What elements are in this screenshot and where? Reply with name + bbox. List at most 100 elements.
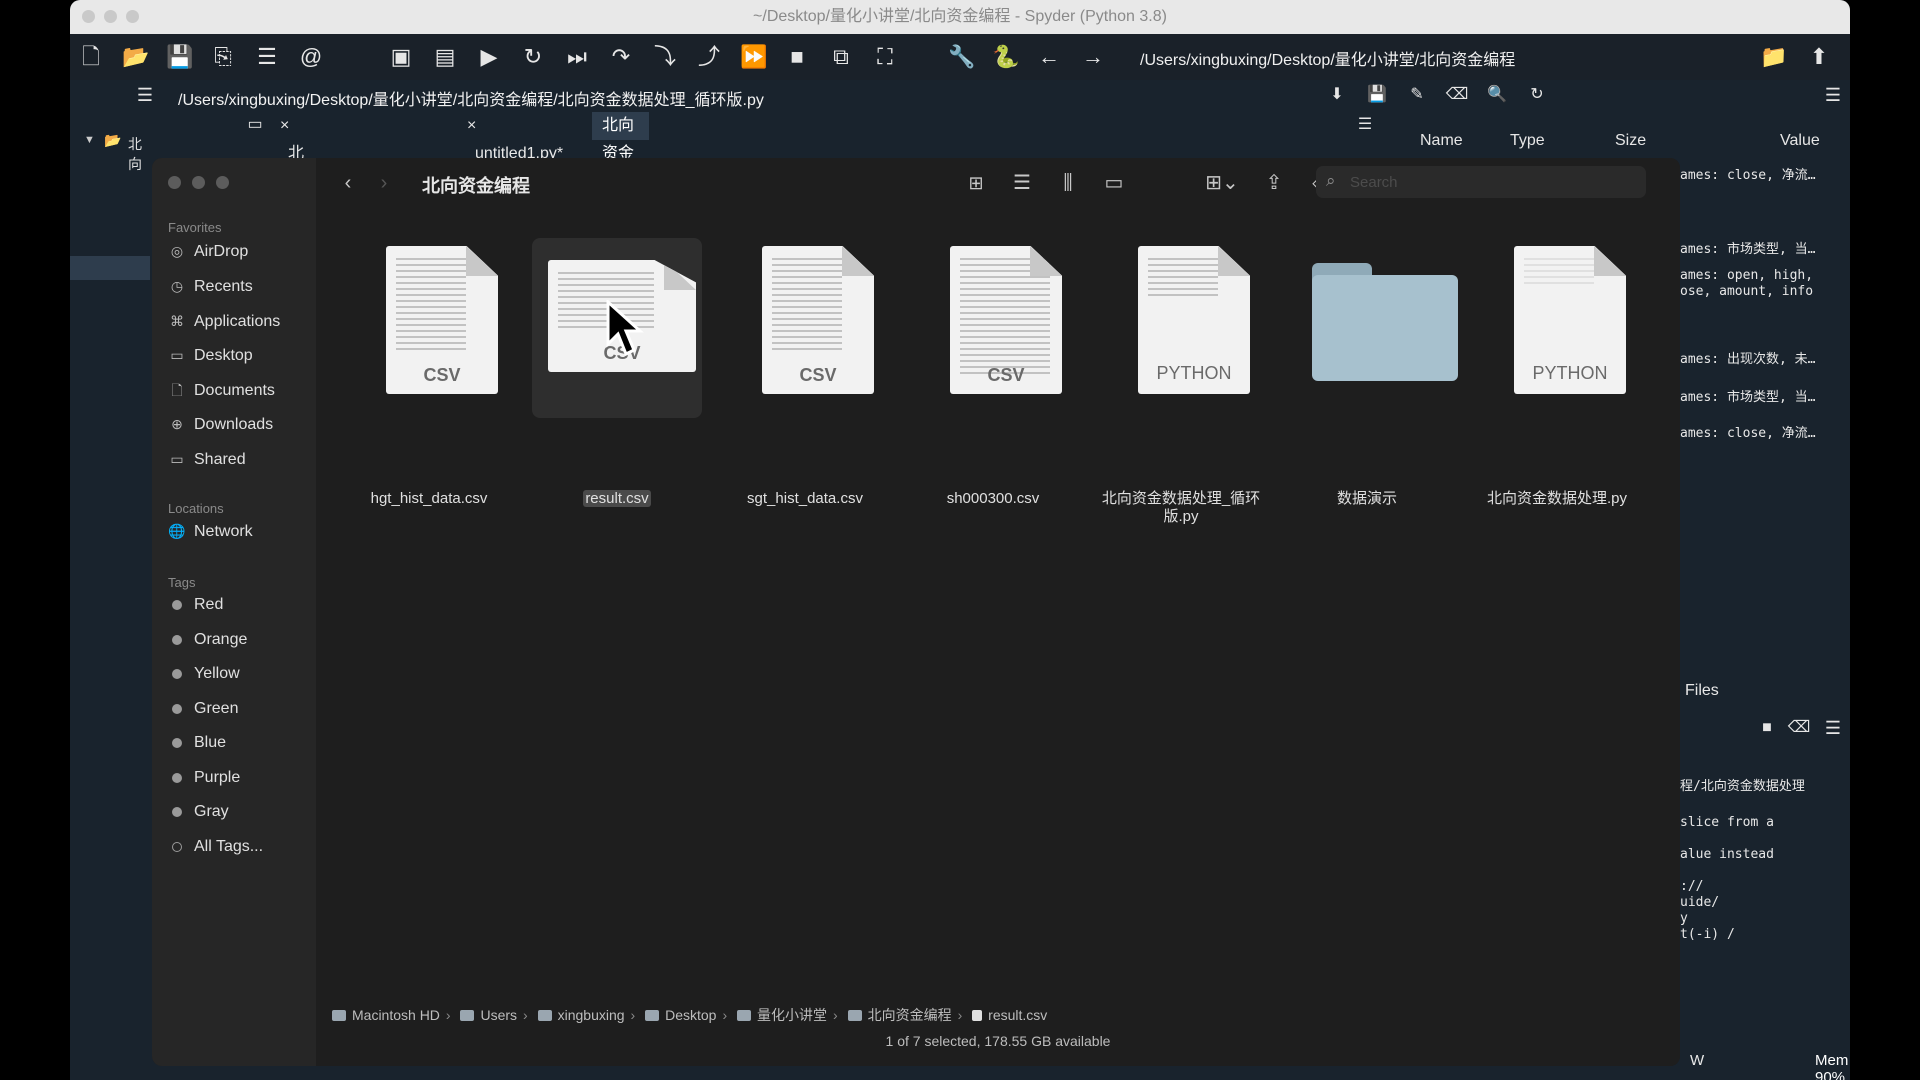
search-variables-icon[interactable]: 🔍	[1484, 82, 1510, 108]
back-arrow-icon[interactable]: ←	[1036, 44, 1062, 70]
rerun-icon[interactable]: ↻	[520, 44, 546, 70]
open-file-icon[interactable]: 📂	[122, 44, 149, 70]
tree-selected-row[interactable]	[70, 256, 150, 280]
column-type[interactable]: Type	[1510, 132, 1545, 150]
sidebar-item-downloads[interactable]: ⊕ Downloads	[168, 411, 273, 437]
variable-value[interactable]: ames: 出现次数, 未…	[1680, 348, 1815, 367]
file-item[interactable]: CSV sgt_hist_data.csv	[720, 238, 890, 507]
path-crumb[interactable]: Users	[460, 1007, 517, 1023]
variable-value[interactable]: ames: close, 净流…	[1680, 422, 1816, 441]
run-file-icon[interactable]: ▣	[388, 44, 414, 70]
refresh-icon[interactable]: ↻	[1524, 82, 1550, 108]
editor-menu-icon[interactable]: ☰	[132, 82, 158, 108]
browse-tabs-icon[interactable]: ▭	[242, 112, 268, 138]
close-window-button[interactable]	[82, 10, 95, 23]
finder-zoom-button[interactable]	[216, 176, 229, 189]
minimize-window-button[interactable]	[104, 10, 117, 23]
column-name[interactable]: Name	[1420, 132, 1463, 150]
tag-yellow[interactable]: Yellow	[168, 661, 240, 687]
files-pane-tab[interactable]: Files	[1685, 682, 1719, 700]
tab-close-icon[interactable]: ×	[467, 117, 476, 134]
tab-1[interactable]: × 北向资金数据处理.py	[270, 112, 327, 274]
finder-close-button[interactable]	[168, 176, 181, 189]
path-crumb[interactable]: xingbuxing	[537, 1007, 625, 1023]
clear-console-icon[interactable]: ⌫	[1786, 715, 1812, 741]
sidebar-item-network[interactable]: 🌐 Network	[168, 518, 252, 544]
file-item[interactable]: CSV sh000300.csv	[908, 238, 1078, 507]
sidebar-item-applications[interactable]: ⌘ Applications	[168, 308, 280, 334]
path-crumb[interactable]: 量化小讲堂	[737, 1007, 827, 1023]
step-icon[interactable]: ↷	[608, 44, 634, 70]
at-icon[interactable]: @	[298, 44, 324, 70]
path-crumb[interactable]: Macintosh HD	[332, 1007, 440, 1023]
fullscreen-icon[interactable]: ⛶	[872, 44, 898, 70]
tree-root-label[interactable]: 北向	[128, 134, 150, 174]
tag-all-tags[interactable]: All Tags...	[168, 834, 263, 860]
search-field[interactable]: ⌕	[1316, 166, 1646, 198]
tag-red[interactable]: Red	[168, 592, 223, 618]
continue-icon[interactable]: ⏩	[740, 44, 767, 70]
working-directory-path[interactable]: /Users/xingbuxing/Desktop/量化小讲堂/北向资金编程	[1140, 46, 1515, 70]
variable-value[interactable]: ames: close, 净流…	[1680, 164, 1816, 183]
console-menu-icon[interactable]: ☰	[1820, 715, 1846, 741]
group-by-icon[interactable]: ⊞⌄	[1200, 170, 1244, 196]
file-item[interactable]: PYTHON 北向资金数据处理_循环版.py	[1096, 238, 1266, 525]
variable-value[interactable]: ames: open, high,	[1680, 268, 1813, 283]
forward-chevron-icon[interactable]: ›	[370, 170, 398, 196]
run-cell-icon[interactable]: ▤	[432, 44, 458, 70]
path-crumb[interactable]: 北向资金编程	[847, 1007, 952, 1023]
expand-arrow-icon[interactable]: ▼	[84, 134, 95, 146]
new-file-icon[interactable]: 🗋	[78, 44, 104, 70]
finder-minimize-button[interactable]	[192, 176, 205, 189]
path-crumb[interactable]: Desktop	[645, 1007, 716, 1023]
save-as-icon[interactable]: ✎	[1404, 82, 1430, 108]
forward-arrow-icon[interactable]: →	[1080, 44, 1106, 70]
browse-folder-icon[interactable]: 📁	[1760, 44, 1787, 70]
save-icon[interactable]: 💾	[166, 44, 193, 70]
tag-green[interactable]: Green	[168, 696, 238, 722]
file-list-icon[interactable]: ☰	[254, 44, 280, 70]
file-item[interactable]: PYTHON 北向资金数据处理.py	[1472, 238, 1642, 507]
stop-icon[interactable]: ■	[784, 44, 810, 70]
step-return-icon[interactable]: ⤴	[696, 44, 722, 70]
variable-value[interactable]: ames: 市场类型, 当…	[1680, 386, 1815, 405]
maximize-pane-icon[interactable]: ⧉	[828, 44, 854, 70]
debug-icon[interactable]: ⏭	[564, 44, 590, 70]
tag-blue[interactable]: Blue	[168, 730, 226, 756]
sidebar-item-recents[interactable]: ◷ Recents	[168, 273, 253, 299]
back-chevron-icon[interactable]: ‹	[334, 170, 362, 196]
folder-item[interactable]: 数据演示	[1282, 238, 1458, 507]
column-size[interactable]: Size	[1615, 132, 1646, 150]
search-input[interactable]	[1350, 172, 1630, 192]
tag-purple[interactable]: Purple	[168, 765, 240, 791]
tab-3[interactable]: 北向资金数据处理_循环版.py	[592, 112, 650, 302]
column-value[interactable]: Value	[1780, 132, 1820, 150]
tab-2[interactable]: × untitled1.py*	[457, 112, 573, 162]
sidebar-item-desktop[interactable]: ▭ Desktop	[168, 342, 252, 368]
preferences-icon[interactable]: 🔧	[948, 44, 975, 70]
python-path-icon[interactable]: 🐍	[992, 44, 1019, 70]
tag-orange[interactable]: Orange	[168, 627, 247, 653]
gallery-view-icon[interactable]: ▭	[1100, 170, 1128, 196]
share-icon[interactable]: ⇪	[1260, 170, 1288, 196]
save-data-icon[interactable]: 💾	[1364, 82, 1390, 108]
sidebar-item-documents[interactable]: 🗋 Documents	[168, 377, 275, 403]
save-all-icon[interactable]: ⎘	[210, 44, 236, 70]
erase-variables-icon[interactable]: ⌫	[1444, 82, 1470, 108]
tag-gray[interactable]: Gray	[168, 799, 229, 825]
sidebar-item-airdrop[interactable]: ◎ AirDrop	[168, 238, 248, 264]
file-item[interactable]: CSV hgt_hist_data.csv	[344, 238, 514, 507]
variable-value[interactable]: ames: 市场类型, 当…	[1680, 238, 1815, 257]
variable-value[interactable]: ose, amount, info	[1680, 284, 1813, 299]
icon-view-icon[interactable]: ⊞	[962, 170, 990, 196]
stop-square-icon[interactable]: ■	[1754, 715, 1780, 741]
zoom-window-button[interactable]	[126, 10, 139, 23]
sidebar-item-shared[interactable]: ▭ Shared	[168, 446, 245, 472]
list-view-icon[interactable]: ☰	[1008, 170, 1036, 196]
tab-close-icon[interactable]: ×	[280, 117, 289, 134]
column-view-icon[interactable]: ⫼	[1054, 170, 1082, 196]
import-data-icon[interactable]: ⬇	[1324, 82, 1350, 108]
run-cell-advance-icon[interactable]: ▶	[476, 44, 502, 70]
step-into-icon[interactable]: ⤵	[652, 44, 678, 70]
variable-explorer-menu-icon[interactable]: ☰	[1820, 82, 1846, 108]
